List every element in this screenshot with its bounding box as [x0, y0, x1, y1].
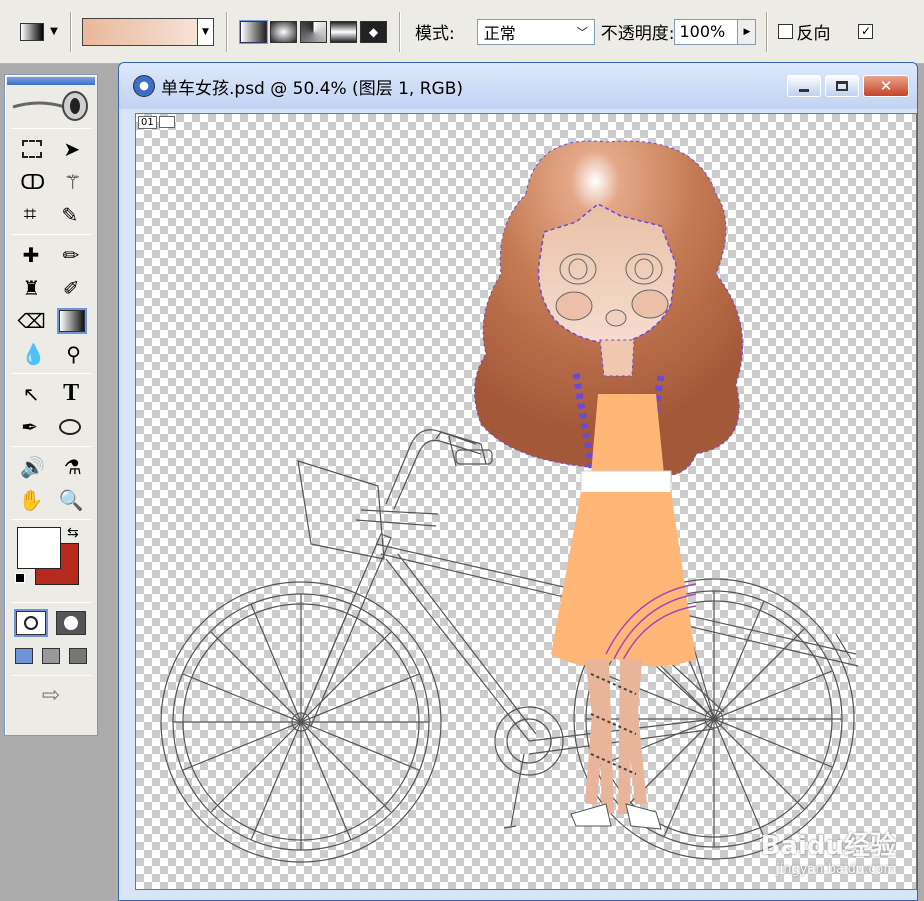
separator [399, 11, 401, 52]
path-selection-icon[interactable]: ↖ [23, 382, 40, 406]
mouth [605, 309, 627, 327]
move-tool-icon[interactable]: ➤ [63, 137, 80, 161]
dress-skirt [551, 492, 696, 667]
eraser-tool-icon[interactable]: ⌫ [17, 309, 45, 333]
image-canvas[interactable]: 01 Baidu经验 jingyan.baidu.com [135, 113, 917, 890]
angle-gradient-icon[interactable] [300, 20, 327, 43]
restore-button[interactable] [825, 75, 859, 97]
opacity-value: 100% [679, 22, 726, 41]
reverse-label: 反向 [796, 24, 831, 44]
watermark: Baidu经验 jingyan.baidu.com [761, 825, 896, 877]
ellipse-tool-icon[interactable] [58, 418, 81, 435]
separator [11, 446, 91, 447]
separator [226, 11, 228, 52]
gradient-tool-preset-picker[interactable]: ▼ [14, 17, 64, 47]
mode-label: 模式: [415, 24, 455, 44]
zoom-tool-icon[interactable]: 🔍 [59, 488, 84, 512]
chevron-down-icon: ﹀ [576, 25, 588, 39]
mode-value: 正常 [483, 23, 516, 43]
pen-tool-icon[interactable]: ✒ [21, 415, 38, 439]
reverse-checkbox[interactable]: 反向 [778, 19, 830, 44]
jump-to-imageready-icon[interactable]: ⇨ [42, 683, 60, 708]
shoes [570, 803, 662, 830]
brush-tool-icon[interactable]: ✏ [63, 243, 80, 267]
close-icon: ✕ [879, 77, 893, 95]
foreground-color-swatch[interactable] [17, 527, 61, 569]
right-cheek [631, 289, 669, 319]
opacity-field[interactable]: 100% ▶ [674, 18, 757, 45]
gradient-picker[interactable]: ▼ [82, 17, 214, 46]
separator [11, 234, 91, 235]
separator [70, 11, 72, 52]
screen-mode-full-icon[interactable] [68, 647, 87, 664]
belt [580, 470, 672, 494]
type-tool-icon[interactable]: T [63, 380, 79, 407]
document-title: 单车女孩.psd @ 50.4% (图层 1, RGB) [161, 78, 463, 99]
default-colors-icon[interactable] [15, 573, 25, 583]
separator [11, 128, 91, 129]
gradient-dropdown-button[interactable]: ▼ [198, 17, 214, 46]
mode-select[interactable]: 正常 ﹀ [476, 18, 595, 45]
separator [11, 602, 91, 603]
minimize-button[interactable] [787, 75, 821, 97]
left-cheek [555, 291, 593, 321]
diamond-gradient-icon[interactable]: ◆ [360, 20, 387, 43]
magic-wand-icon[interactable]: ⚚ [64, 170, 82, 194]
gradient-tool-icon [20, 22, 45, 41]
standard-mode-icon[interactable] [14, 608, 48, 637]
psd-file-icon [133, 75, 155, 97]
eyedropper-tool-icon[interactable]: ⚗ [64, 455, 82, 479]
marquee-tool-icon[interactable] [21, 139, 42, 158]
minimize-icon [799, 88, 809, 92]
legs [585, 658, 647, 815]
gradient-swatch[interactable] [82, 17, 198, 46]
hand-tool-icon[interactable]: ✋ [19, 488, 44, 512]
crop-tool-icon[interactable]: ⌗ [24, 202, 36, 227]
history-brush-icon[interactable]: ✐ [63, 276, 80, 300]
girl-illustration [474, 140, 744, 830]
swap-colors-icon[interactable]: ⇆ [67, 525, 79, 541]
slice-tool-icon[interactable]: ✎ [62, 203, 79, 227]
chevron-down-icon: ▼ [50, 26, 58, 37]
artwork [160, 140, 859, 863]
linear-gradient-icon[interactable] [239, 19, 268, 44]
lasso-tool-icon[interactable]: ↀ [20, 170, 45, 194]
separator [11, 373, 91, 374]
checkbox-box[interactable] [778, 24, 794, 39]
toolbox-titlebar[interactable] [7, 77, 95, 85]
watermark-suffix: 经验 [843, 831, 896, 861]
options-bar: ▼ ▼ ◆ 模式: 正常 ﹀ 不透明度: 100% ▶ 反向 ✓ [0, 0, 924, 64]
blur-tool-icon[interactable]: 💧 [21, 342, 46, 366]
notes-tool-icon[interactable]: 🔊 [20, 455, 45, 479]
dodge-tool-icon[interactable]: ⚲ [66, 342, 81, 366]
gradient-type-group: ◆ [239, 19, 387, 44]
opacity-label: 不透明度: [600, 24, 675, 44]
screen-mode-full-menu-icon[interactable] [41, 647, 60, 664]
separator [11, 675, 91, 676]
quick-mask-icon[interactable] [56, 610, 86, 635]
clone-stamp-icon[interactable]: ♜ [22, 276, 40, 300]
toolbox-panel: ➤ ↀ ⚚ ⌗ ✎ ✚ ✏ ♜ ✐ ⌫ 💧 ⚲ ↖ T ✒ 🔊 ⚗ ✋ 🔍 ⇆ ⇨ [4, 74, 98, 736]
separator [766, 11, 769, 52]
document-titlebar[interactable]: 单车女孩.psd @ 50.4% (图层 1, RGB) ✕ [119, 63, 917, 109]
radial-gradient-icon[interactable] [270, 20, 297, 43]
separator [11, 519, 91, 520]
color-swatches: ⇆ [5, 523, 97, 599]
dither-checkbox[interactable]: ✓ [858, 24, 874, 39]
neck [599, 339, 635, 377]
bicycle-outline [160, 429, 859, 863]
watermark-brand: Baidu [760, 831, 844, 861]
screen-mode-standard-icon[interactable] [15, 647, 34, 664]
close-button[interactable]: ✕ [863, 75, 909, 97]
healing-brush-icon[interactable]: ✚ [23, 243, 40, 267]
watermark-url: jingyan.baidu.com [776, 862, 896, 877]
gradient-tool-icon[interactable] [56, 307, 87, 334]
photoshop-logo[interactable] [9, 87, 93, 125]
opacity-slider-button[interactable]: ▶ [737, 19, 756, 44]
dress-top [591, 394, 664, 474]
document-window: 单车女孩.psd @ 50.4% (图层 1, RGB) ✕ 01 Baidu经… [118, 62, 918, 901]
reflected-gradient-icon[interactable] [330, 20, 357, 43]
restore-icon [836, 81, 848, 91]
